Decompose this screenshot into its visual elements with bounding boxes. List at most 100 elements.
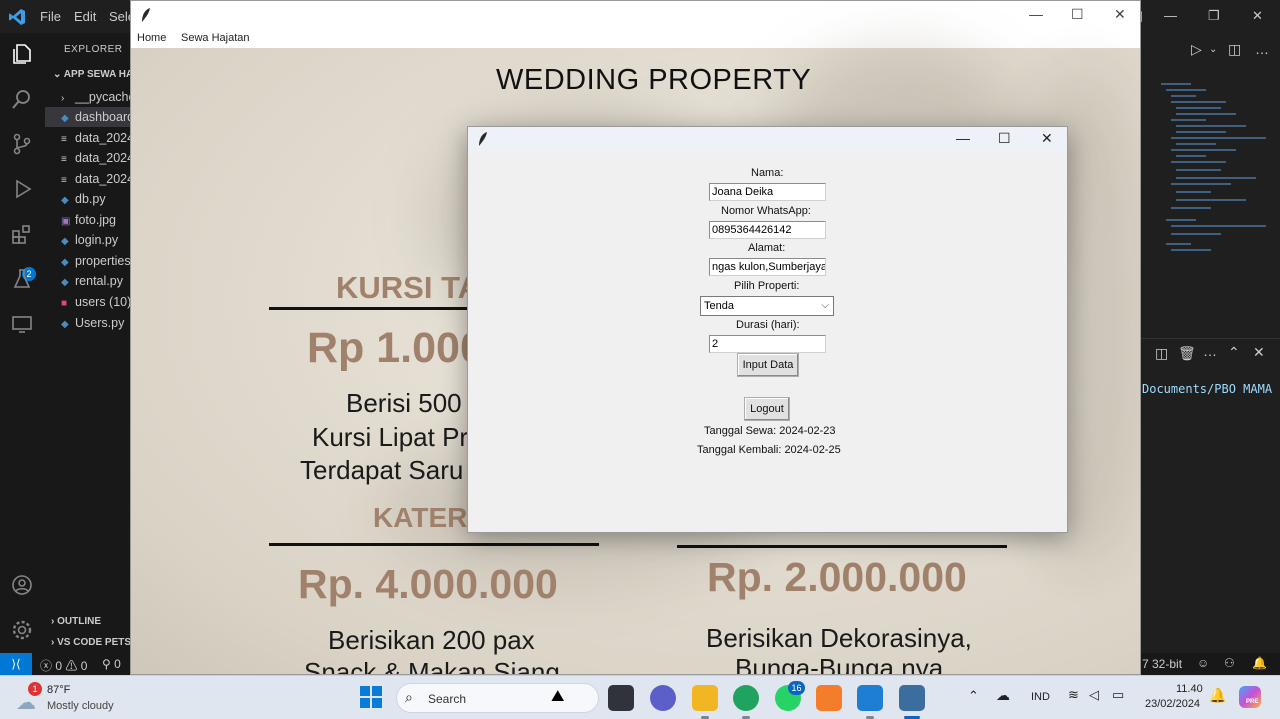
xampp-icon[interactable] (816, 685, 842, 711)
search-label: Search (428, 692, 467, 706)
teams-chat-icon[interactable] (650, 685, 676, 711)
outline-section[interactable]: › OUTLINE (51, 616, 101, 627)
file-item[interactable]: ◆ Users.py (45, 313, 130, 333)
close-icon[interactable]: ✕ (1041, 130, 1053, 147)
split-terminal-icon[interactable]: ◫ (1155, 345, 1168, 362)
file-item[interactable]: ◆ login.py (45, 230, 130, 250)
menu-edit[interactable]: Edit (74, 9, 96, 24)
remote-explorer-icon[interactable] (10, 313, 34, 337)
extensions-icon[interactable] (10, 223, 34, 247)
file-item[interactable]: ◆ rental.py (45, 271, 130, 291)
properti-select[interactable]: Tenda ⌵ (700, 296, 834, 316)
close-icon[interactable]: ✕ (1114, 6, 1126, 23)
file-item[interactable]: ◆ properties (45, 251, 130, 271)
maximize-icon[interactable]: ☐ (998, 130, 1011, 147)
kursi-desc-1: Berisi 500 (346, 388, 462, 418)
alamat-input[interactable]: ngas kulon,Sumberjaya (709, 258, 826, 276)
whatsapp-input[interactable]: 0895364426142 (709, 221, 826, 239)
pets-icon[interactable]: ☺ (1197, 656, 1209, 670)
task-view-icon[interactable] (608, 685, 634, 711)
minimize-icon[interactable]: — (1029, 6, 1043, 22)
python-file-icon: ◆ (61, 236, 69, 247)
clock-date[interactable]: 23/02/2024 (1145, 698, 1200, 710)
battery-icon[interactable]: ▭ (1112, 687, 1124, 703)
maximize-icon[interactable]: ☐ (1071, 6, 1084, 23)
warnings-count: 0 (80, 659, 88, 673)
volume-icon[interactable]: ◁ (1089, 687, 1099, 703)
account-icon[interactable] (10, 574, 34, 598)
restore-icon[interactable]: ❐ (1208, 8, 1220, 24)
menu-file[interactable]: File (40, 9, 61, 24)
kursi-desc-2: Kursi Lipat Pr (312, 422, 469, 452)
vscode-taskbar-icon[interactable] (857, 685, 883, 711)
file-item[interactable]: ◆ db.py (45, 189, 130, 209)
file-explorer-icon[interactable] (692, 685, 718, 711)
source-control-icon[interactable] (10, 133, 34, 157)
language-indicator[interactable]: IND (1031, 691, 1050, 703)
testing-icon[interactable] (10, 268, 34, 292)
input-data-button[interactable]: Input Data (737, 353, 799, 377)
explorer-icon[interactable] (10, 43, 34, 67)
file-item[interactable]: ▣ foto.jpg (45, 210, 130, 230)
edge-browser-icon[interactable] (733, 685, 759, 711)
durasi-input[interactable]: 2 (709, 335, 826, 353)
ports-indicator[interactable]: ⚲ 0 (102, 657, 121, 671)
whatsapp-label: Nomor WhatsApp: (721, 205, 811, 217)
taskbar-search[interactable]: ⌕ Search ⛰ (396, 683, 599, 713)
run-icon[interactable]: ▷ (1191, 41, 1202, 58)
tanggal-kembali-text: Tanggal Kembali: 2024-02-25 (697, 444, 841, 456)
more-actions-icon[interactable]: … (1255, 41, 1269, 57)
python-app-icon[interactable] (899, 685, 925, 711)
app-titlebar: — ☐ ✕ (131, 1, 1140, 31)
network-status-icon[interactable]: ☁ (996, 687, 1010, 704)
settings-gear-icon[interactable] (10, 619, 34, 643)
minimize-icon[interactable]: — (956, 130, 970, 146)
trash-icon[interactable]: 🗑 (1178, 345, 1196, 362)
chevron-down-icon[interactable]: ⌄ (1209, 44, 1217, 55)
logout-button[interactable]: Logout (744, 397, 790, 421)
dekor-desc-2: Bunga-Bunga nya (735, 653, 944, 675)
copilot-icon[interactable]: PRE (1239, 686, 1261, 708)
katering-desc-1: Berisikan 200 pax (328, 625, 535, 655)
minimap (1161, 83, 1271, 283)
vscode-pets-section[interactable]: › VS CODE PETS (51, 637, 131, 648)
chevron-up-icon[interactable]: ⌃ (1228, 344, 1240, 361)
bell-icon[interactable]: 🔔 (1252, 656, 1267, 670)
search-icon[interactable] (10, 88, 34, 112)
file-item[interactable]: › __pycache (45, 87, 130, 107)
explorer-sidebar: EXPLORER ⌄ APP SEWA HA › __pycache ◆ dashb… (45, 33, 133, 653)
image-file-icon: ▣ (61, 216, 71, 227)
remote-icon[interactable]: ⟩⟨ (0, 653, 32, 675)
nama-label: Nama: (751, 167, 784, 179)
menu-sewa-hajatan[interactable]: Sewa Hajatan (181, 32, 250, 44)
file-item[interactable]: ◆ dashboard (45, 107, 130, 127)
file-item[interactable]: ≡ data_2024 (45, 128, 130, 148)
database-file-icon: ■ (61, 298, 68, 309)
file-item[interactable]: ≡ data_2024 (45, 169, 130, 189)
close-panel-icon[interactable]: ✕ (1253, 344, 1265, 361)
weather-widget[interactable]: ☁ 1 87°F Mostly cloudy (14, 680, 124, 716)
close-icon[interactable]: ✕ (1252, 8, 1263, 24)
clock-time[interactable]: 11.40 (1176, 683, 1203, 695)
notification-bell-icon[interactable]: 🔔 (1209, 687, 1226, 704)
minimize-icon[interactable]: — (1164, 8, 1177, 23)
wifi-icon[interactable]: ≋ (1068, 687, 1079, 703)
project-folder[interactable]: ⌄ APP SEWA HA (53, 69, 133, 80)
problems-indicator[interactable]: ⓧ 0 ⚠ 0 (40, 657, 87, 674)
search-icon: ⌕ (405, 689, 413, 705)
run-debug-icon[interactable] (10, 178, 34, 202)
menu-home[interactable]: Home (137, 32, 166, 44)
chevron-up-icon[interactable]: ⌃ (968, 688, 979, 704)
more-terminal-icon[interactable]: … (1203, 343, 1217, 359)
file-item[interactable]: ≡ data_2024 (45, 148, 130, 168)
search-highlight-icon: ⛰ (551, 688, 565, 705)
windows-start-icon[interactable] (360, 686, 382, 713)
kursi-desc-3: Terdapat Saru (300, 455, 464, 485)
file-item[interactable]: ■ users (10) (45, 292, 130, 312)
split-editor-icon[interactable]: ◫ (1228, 41, 1241, 58)
nama-input[interactable]: Joana Deika (709, 183, 826, 201)
windows-taskbar: ☁ 1 87°F Mostly cloudy ⌕ Search ⛰ 16 ⌃ ☁… (0, 675, 1280, 719)
accounts-status-icon[interactable]: ⚇ (1224, 656, 1235, 670)
python-version[interactable]: 7 32-bit (1142, 657, 1182, 671)
file-label: dashboard (75, 110, 130, 124)
